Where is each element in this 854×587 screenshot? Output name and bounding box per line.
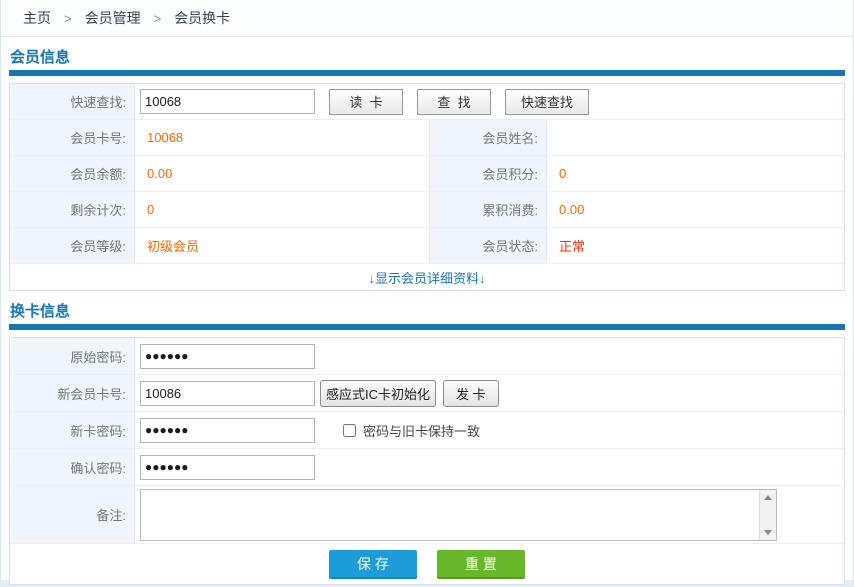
member-card-number-label: 会员卡号:	[10, 120, 135, 156]
member-info-table: 快速查找: 读 卡 查 找 快速查找 会员卡号: 10068 会员姓名: 会员余…	[9, 83, 845, 291]
quick-search-label: 快速查找:	[10, 84, 135, 120]
detail-link-row: ↓显示会员详细资料↓	[10, 264, 844, 290]
confirm-password-cell	[135, 449, 844, 486]
new-card-number-label: 新会员卡号:	[10, 375, 135, 412]
remaining-times-value: 0	[135, 192, 429, 228]
member-status-label: 会员状态:	[429, 228, 547, 264]
original-password-label: 原始密码:	[10, 338, 135, 375]
member-card-number-value: 10068	[135, 120, 429, 156]
scroll-down-icon[interactable]	[764, 530, 772, 535]
scroll-up-icon[interactable]	[764, 495, 772, 500]
quick-search-input[interactable]	[140, 89, 315, 114]
member-balance-label: 会员余额:	[10, 156, 135, 192]
total-consumption-label: 累积消费:	[429, 192, 547, 228]
remark-scrollbar[interactable]	[759, 490, 776, 540]
quick-search-row: 读 卡 查 找 快速查找	[135, 84, 844, 120]
breadcrumb-item-member-management[interactable]: 会员管理	[85, 8, 141, 28]
save-button[interactable]: 保 存	[329, 550, 417, 579]
same-password-checkbox[interactable]	[343, 424, 356, 437]
content-panel: 主页 > 会员管理 > 会员换卡 会员信息 快速查找: 读 卡 查 找 快速查找…	[0, 0, 854, 580]
member-name-label: 会员姓名:	[429, 120, 547, 156]
quick-find-button[interactable]: 快速查找	[505, 89, 589, 115]
member-balance-value: 0.00	[135, 156, 429, 192]
new-card-number-cell: 感应式IC卡初始化 发 卡	[135, 375, 844, 412]
confirm-password-input[interactable]	[140, 455, 315, 480]
remark-textarea[interactable]	[141, 490, 759, 540]
ic-card-init-button[interactable]: 感应式IC卡初始化	[320, 380, 436, 407]
card-change-table: 原始密码: 新会员卡号: 感应式IC卡初始化 发 卡 新卡密码: 密码与旧卡保持…	[9, 337, 845, 585]
member-info-section-title: 会员信息	[10, 49, 845, 66]
breadcrumb-separator: >	[64, 11, 72, 26]
breadcrumb-item-card-replace[interactable]: 会员换卡	[174, 8, 230, 28]
member-status-value: 正常	[547, 228, 844, 264]
same-password-checkbox-label: 密码与旧卡保持一致	[363, 421, 480, 440]
member-name-value	[547, 120, 844, 156]
remark-label: 备注:	[10, 486, 135, 544]
breadcrumb-item-home[interactable]: 主页	[23, 8, 51, 28]
confirm-password-label: 确认密码:	[10, 449, 135, 486]
reset-button[interactable]: 重 置	[437, 550, 525, 579]
member-info-section-bar	[9, 70, 845, 76]
read-card-button[interactable]: 读 卡	[329, 89, 403, 115]
remark-cell	[135, 486, 844, 544]
new-password-input[interactable]	[140, 418, 315, 443]
member-points-value: 0	[547, 156, 844, 192]
search-button[interactable]: 查 找	[417, 89, 491, 115]
form-actions-row: 保 存 重 置	[10, 544, 844, 584]
member-level-label: 会员等级:	[10, 228, 135, 264]
breadcrumb-separator: >	[154, 11, 162, 26]
card-change-section-title: 换卡信息	[10, 303, 845, 320]
remaining-times-label: 剩余计次:	[10, 192, 135, 228]
issue-card-button[interactable]: 发 卡	[443, 380, 499, 407]
remark-textarea-wrap	[140, 489, 777, 541]
original-password-cell	[135, 338, 844, 375]
member-points-label: 会员积分:	[429, 156, 547, 192]
show-member-detail-link[interactable]: ↓显示会员详细资料↓	[368, 268, 485, 287]
breadcrumb: 主页 > 会员管理 > 会员换卡	[1, 0, 853, 37]
card-change-section-bar	[9, 324, 845, 330]
new-password-cell: 密码与旧卡保持一致	[135, 412, 844, 449]
member-level-value: 初级会员	[135, 228, 429, 264]
new-card-number-input[interactable]	[140, 381, 315, 406]
original-password-input[interactable]	[140, 344, 315, 369]
total-consumption-value: 0.00	[547, 192, 844, 228]
new-password-label: 新卡密码:	[10, 412, 135, 449]
